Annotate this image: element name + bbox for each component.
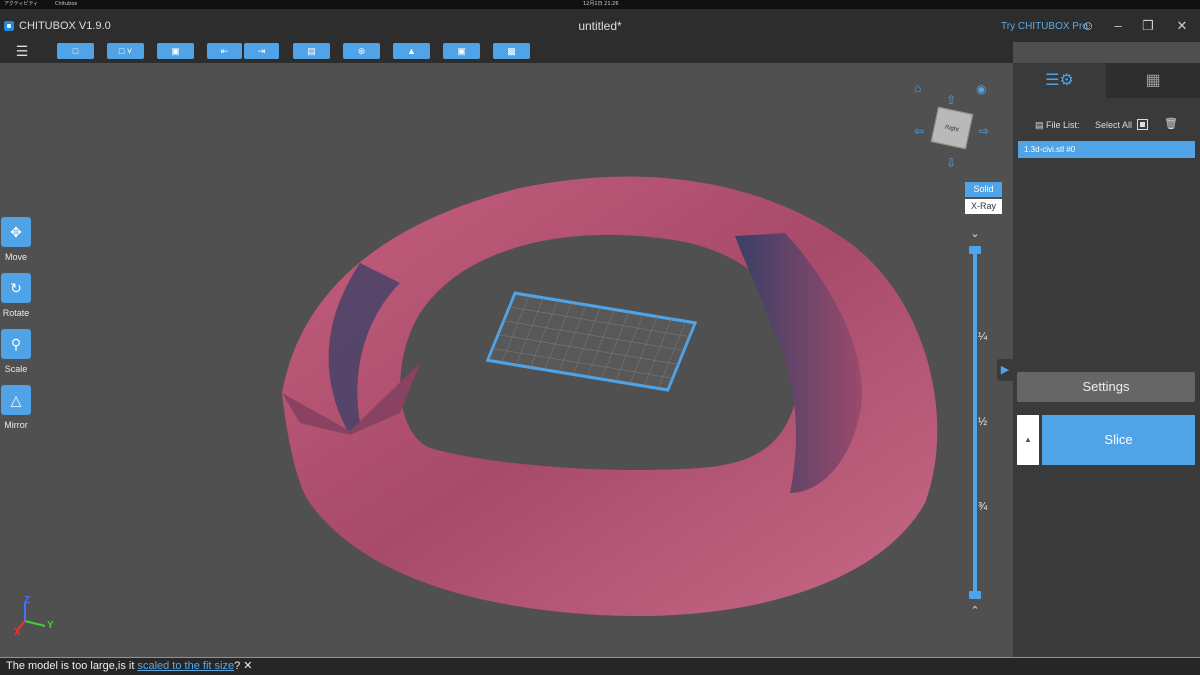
arrange-button[interactable]: ⊛: [343, 43, 380, 59]
3d-viewport[interactable]: Z Y X ✥ Move ↻ Rotate ⚲ Scale △ Mirror ⌂…: [0, 63, 1013, 657]
y-axis-line: [24, 620, 46, 627]
layer-slider-track[interactable]: [973, 250, 977, 595]
solid-view-button[interactable]: Solid: [965, 182, 1002, 197]
right-panel: ☰⚙ ▦ ▤ File List: Select All 🗑 1.3d-civi…: [997, 63, 1200, 657]
model-render[interactable]: [0, 63, 1013, 657]
scale-icon: ⚲: [10, 336, 22, 352]
rotate-label: Rotate: [2, 308, 30, 318]
status-message: The model is too large,is it: [6, 660, 138, 672]
status-suffix: ?: [234, 660, 241, 672]
title-bar: CHITUBOX V1.9.0 untitled* Try CHITUBOX P…: [0, 9, 1200, 42]
slider-mark-quarter: ¼: [978, 331, 988, 343]
rotate-up-icon[interactable]: ⇧: [946, 94, 956, 106]
home-view-icon[interactable]: ⌂: [914, 82, 921, 94]
dismiss-close-icon[interactable]: ✕: [243, 660, 252, 672]
layer-slider-bottom-handle[interactable]: [969, 591, 981, 599]
rotate-tool-button[interactable]: ↻: [1, 273, 31, 303]
hamburger-menu-icon[interactable]: ☰: [14, 43, 30, 59]
x-axis-label: X: [14, 627, 21, 638]
slider-down-chevron-icon[interactable]: ⌄: [968, 227, 982, 240]
y-axis-label: Y: [47, 620, 54, 631]
support-button[interactable]: ▲: [393, 43, 430, 59]
move-label: Move: [4, 252, 27, 262]
mirror-tool-button[interactable]: △: [1, 385, 31, 415]
select-all-checkbox[interactable]: [1137, 119, 1148, 130]
list-gear-icon: ☰⚙: [1045, 72, 1074, 89]
file-list-label: ▤ File List:: [1035, 120, 1080, 130]
open-folder-button[interactable]: □: [57, 43, 94, 59]
system-top-bar: アクティビティ Chitubox 12月1日 21:26: [0, 0, 1200, 9]
minimize-icon[interactable]: –: [1110, 18, 1126, 34]
mirror-icon: △: [10, 392, 22, 408]
main-toolbar: ☰ □ □ ˅ ▣ ⇤ ⇥ ▤ ⊛ ▲ ▣ ▩: [0, 42, 1013, 63]
restore-icon[interactable]: ❐: [1140, 18, 1156, 34]
app-indicator[interactable]: Chitubox: [55, 1, 77, 8]
eye-icon[interactable]: ◉: [976, 83, 986, 95]
support-table-icon: ▦: [1145, 72, 1161, 89]
settings-button[interactable]: Settings: [1017, 372, 1195, 402]
close-icon[interactable]: ✕: [1174, 18, 1190, 34]
scale-to-fit-link[interactable]: scaled to the fit size: [137, 660, 234, 672]
select-all-label: Select All: [1095, 120, 1133, 130]
view-cube[interactable]: Right: [930, 106, 974, 150]
move-icon: ✥: [10, 224, 22, 240]
slice-options-caret-icon[interactable]: ▲: [1017, 415, 1039, 465]
slider-up-chevron-icon[interactable]: ⌃: [968, 604, 982, 617]
slice-button[interactable]: Slice: [1042, 415, 1195, 465]
import-button[interactable]: ⇤: [207, 43, 242, 59]
file-icon: ▤: [1035, 120, 1047, 130]
select-button[interactable]: ▣: [157, 43, 194, 59]
hollow-button[interactable]: ▣: [443, 43, 480, 59]
document-button[interactable]: ▤: [293, 43, 330, 59]
file-list-item[interactable]: 1.3d-civi.stl #0: [1018, 141, 1195, 158]
move-tool-button[interactable]: ✥: [1, 217, 31, 247]
save-button[interactable]: □ ˅: [107, 43, 144, 59]
rotate-right-icon[interactable]: ⇨: [979, 125, 989, 137]
slider-mark-three-quarters: ¾: [978, 501, 988, 513]
scale-label: Scale: [4, 364, 28, 374]
mirror-label: Mirror: [4, 420, 28, 430]
status-bar: The model is too large,is it scaled to t…: [0, 657, 1200, 675]
rotate-down-icon[interactable]: ⇩: [946, 157, 956, 169]
panel-collapse-icon[interactable]: ▶: [997, 359, 1013, 381]
export-button[interactable]: ⇥: [244, 43, 279, 59]
scale-tool-button[interactable]: ⚲: [1, 329, 31, 359]
tab-settings-list[interactable]: ☰⚙: [1013, 63, 1106, 98]
tab-supports[interactable]: ▦: [1106, 63, 1200, 98]
layer-slider-top-handle[interactable]: [969, 246, 981, 254]
slider-mark-half: ½: [978, 416, 988, 428]
user-icon[interactable]: ☺: [1080, 18, 1096, 34]
activities-label[interactable]: アクティビティ: [4, 1, 38, 8]
rotate-left-icon[interactable]: ⇦: [914, 125, 924, 137]
z-axis-label: Z: [24, 595, 31, 606]
clock[interactable]: 12月1日 21:26: [583, 1, 619, 8]
try-pro-link[interactable]: Try CHITUBOX Pro: [1001, 21, 1088, 32]
trash-icon[interactable]: 🗑: [1164, 117, 1178, 130]
rotate-icon: ↻: [10, 280, 22, 296]
print-button[interactable]: ▩: [493, 43, 530, 59]
xray-view-button[interactable]: X-Ray: [965, 199, 1002, 214]
